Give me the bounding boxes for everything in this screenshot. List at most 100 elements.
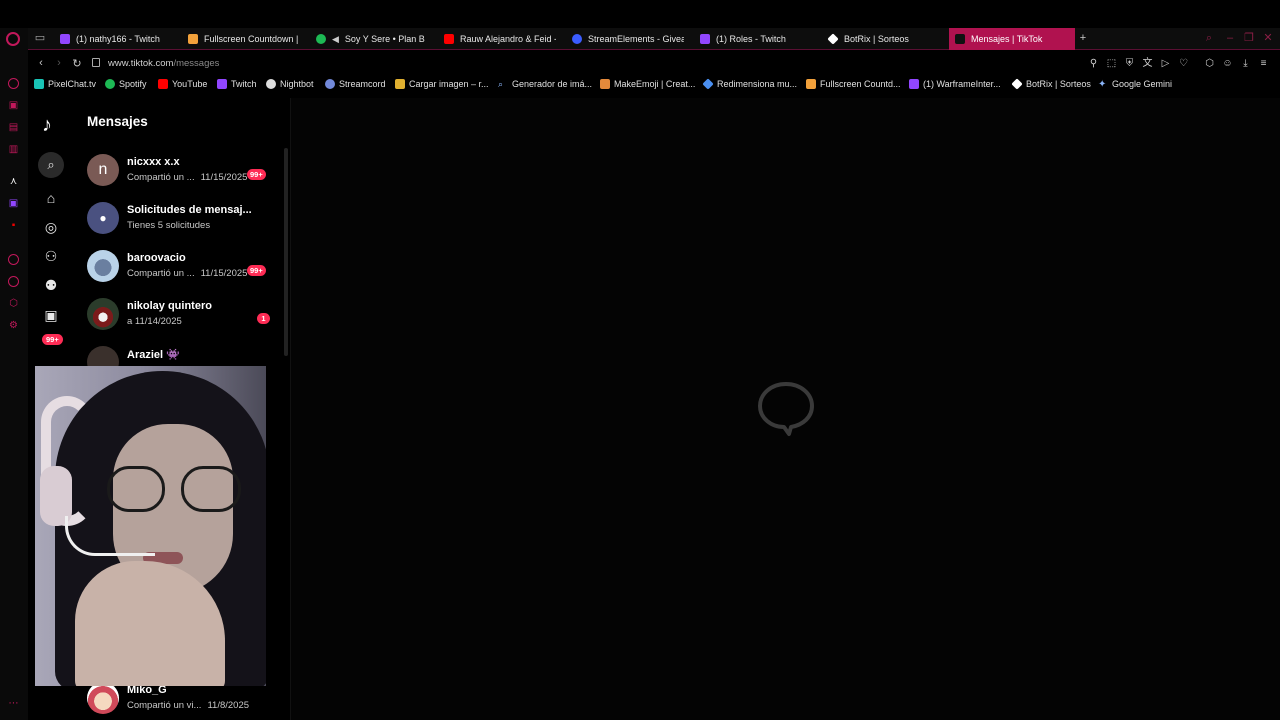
tab-botrix[interactable]: BotRix | Sorteos — [822, 28, 940, 50]
explore-icon[interactable]: ◎ — [42, 218, 60, 236]
reload-button[interactable]: ↻ — [70, 57, 84, 70]
bookmarks-bar: PixelChat.tv Spotify YouTube Twitch Nigh… — [28, 77, 1280, 95]
bookmark-label: MakeEmoji | Creat... — [614, 79, 696, 89]
extensions-icon[interactable]: ⬡ — [1204, 58, 1215, 69]
lock-icon[interactable] — [92, 58, 100, 67]
search-icon[interactable]: ⌕ — [38, 152, 64, 178]
adblock-icon[interactable]: ⛨ — [1124, 58, 1135, 69]
preview-text: Tienes 5 solicitudes — [127, 220, 211, 231]
conversation-name: nicxxx x.x — [127, 156, 180, 168]
chat-bubble-icon — [758, 382, 814, 436]
heart-icon[interactable]: ♡ — [1178, 58, 1189, 69]
extensions-sidebar-icon[interactable]: ⬡ — [8, 298, 19, 309]
botrix-icon — [827, 33, 839, 45]
forward-button[interactable]: › — [52, 57, 66, 69]
bookmark-redimensiona[interactable]: Redimensiona mu... — [702, 78, 798, 90]
conversation-preview: Compartió un ... 11/15/2025 — [127, 268, 247, 279]
play-icon[interactable]: ▷ — [1160, 58, 1171, 69]
bookmark-warframe[interactable]: (1) WarframeInter... — [909, 79, 1001, 89]
twitch-icon — [909, 79, 919, 89]
tab-fullscreen-countdown[interactable]: Fullscreen Countdown | T — [182, 28, 300, 50]
bookmark-fullscreen-countdown[interactable]: Fullscreen Countd... — [806, 79, 901, 89]
twitch-icon — [60, 34, 70, 44]
tab-label: Fullscreen Countdown | T — [204, 34, 300, 44]
speaker-icon: ◀ — [332, 33, 339, 44]
twitch-icon — [700, 34, 710, 44]
tab-tiktok-mensajes[interactable]: Mensajes | TikTok — [949, 28, 1075, 50]
opera-sidebar: ▣ ▤ ▥ ⋏ ▣ ▪ ⬡ ⚙ ⋯ — [0, 28, 28, 720]
bookmark-cargar-imagen[interactable]: Cargar imagen – r... — [395, 79, 489, 89]
opera-logo-icon[interactable] — [6, 32, 20, 46]
bookmark-label: Redimensiona mu... — [717, 79, 798, 89]
glasses-right-lens — [181, 466, 241, 512]
live-icon[interactable]: ▣ — [42, 306, 60, 324]
tab-spotify-plan-b[interactable]: ◀ Soy Y Sere • Plan B — [310, 28, 428, 50]
bookmark-label: Spotify — [119, 79, 147, 89]
url-field[interactable]: www.tiktok.com/messages — [108, 58, 219, 69]
player-icon[interactable] — [8, 254, 19, 265]
bookmark-botrix[interactable]: BotRix | Sorteos — [1011, 78, 1091, 90]
conversation-preview: Compartió un ... 11/15/2025 — [127, 172, 247, 183]
message-requests-icon: ● — [87, 202, 119, 234]
minimize-button[interactable]: – — [1224, 32, 1236, 44]
bookmark-generador[interactable]: ⌕ Generador de imá... — [498, 79, 592, 89]
history-icon[interactable] — [8, 276, 19, 287]
bookmark-streamcord[interactable]: Streamcord — [325, 79, 386, 89]
conversation-date: 11/15/2025 — [200, 172, 248, 183]
messages-scrollbar[interactable] — [284, 148, 288, 356]
tiktok-logo-icon[interactable]: ♪ — [42, 114, 52, 137]
bookmark-label: YouTube — [172, 79, 208, 89]
conversation-item[interactable]: nikolay quintero a 11/14/2025 1 — [76, 292, 276, 336]
bookmark-gemini[interactable]: ✦ Google Gemini — [1098, 79, 1172, 90]
search-tabs-icon[interactable]: ⌕ — [1203, 32, 1215, 44]
download-icon[interactable]: ⤓ — [1240, 58, 1251, 69]
snapshot-icon[interactable]: ⬚ — [1106, 58, 1117, 69]
bookmark-nightbot[interactable]: Nightbot — [266, 79, 314, 89]
twitch-icon — [217, 79, 227, 89]
tab-menu-icon[interactable]: ▭ — [34, 32, 46, 44]
home-icon[interactable]: ⌂ — [42, 189, 60, 207]
maximize-button[interactable]: ❐ — [1243, 32, 1255, 44]
conversation-item[interactable]: n nicxxx x.x Compartió un ... 11/15/2025 … — [76, 148, 276, 192]
tab-label: (1) nathy166 - Twitch — [76, 34, 160, 44]
friends-icon[interactable]: ⚉ — [42, 276, 60, 294]
instagram-icon[interactable]: ▣ — [8, 100, 19, 111]
twitch-sidebar-icon[interactable]: ▤ — [8, 122, 19, 133]
twitch-sidebar-icon-2[interactable]: ▥ — [8, 144, 19, 155]
sidebar-options-icon[interactable]: ⋯ — [8, 698, 19, 709]
settings-sidebar-icon[interactable]: ⚙ — [8, 320, 19, 331]
close-window-button[interactable]: ✕ — [1262, 32, 1274, 44]
preview-text: Compartió un ... — [127, 268, 195, 279]
tab-label: Soy Y Sere • Plan B — [344, 34, 425, 44]
conversation-item[interactable]: ● Solicitudes de mensaj... Tienes 5 soli… — [76, 196, 276, 240]
tab-twitch-nathy[interactable]: (1) nathy166 - Twitch — [54, 28, 182, 50]
bookmark-label: (1) WarframeInter... — [923, 79, 1001, 89]
twitch-purple-icon[interactable]: ▣ — [8, 198, 19, 209]
bookmark-twitch[interactable]: Twitch — [217, 79, 257, 89]
bookmark-spotify[interactable]: Spotify — [105, 79, 147, 89]
following-icon[interactable]: ⚇ — [42, 247, 60, 265]
bookmark-youtube[interactable]: YouTube — [158, 79, 207, 89]
tab-streamelements[interactable]: StreamElements - Giveaw — [566, 28, 684, 50]
preview-text: Compartió un vi... — [127, 700, 202, 711]
bookmark-makeemoji[interactable]: MakeEmoji | Creat... — [600, 79, 695, 89]
page-title: Mensajes — [87, 114, 148, 129]
tab-label: BotRix | Sorteos — [844, 34, 909, 44]
preview-text: a 11/14/2025 — [127, 316, 182, 327]
bookmark-pixelchat[interactable]: PixelChat.tv — [34, 79, 96, 89]
tab-twitch-roles[interactable]: (1) Roles - Twitch — [694, 28, 812, 50]
translate-icon[interactable]: 文 — [1142, 58, 1153, 69]
new-tab-button[interactable]: + — [1077, 32, 1089, 44]
pin-icon[interactable]: ⚲ — [1088, 58, 1099, 69]
youtube-sidebar-icon[interactable]: ▪ — [8, 220, 19, 231]
conversation-item[interactable]: baroovacio Compartió un ... 11/15/2025 99… — [76, 244, 276, 288]
conversation-date: 11/15/2025 — [200, 268, 248, 279]
messenger-icon[interactable] — [8, 78, 19, 89]
countdown-icon — [806, 79, 816, 89]
profile-icon[interactable]: ☺ — [1222, 58, 1233, 69]
tab-youtube-rauw[interactable]: Rauw Alejandro & Feid - F — [438, 28, 556, 50]
menu-icon[interactable]: ≡ — [1258, 58, 1269, 69]
back-button[interactable]: ‹ — [34, 57, 48, 69]
aria-icon[interactable]: ⋏ — [8, 176, 19, 187]
conversation-preview: Tienes 5 solicitudes — [127, 220, 210, 231]
